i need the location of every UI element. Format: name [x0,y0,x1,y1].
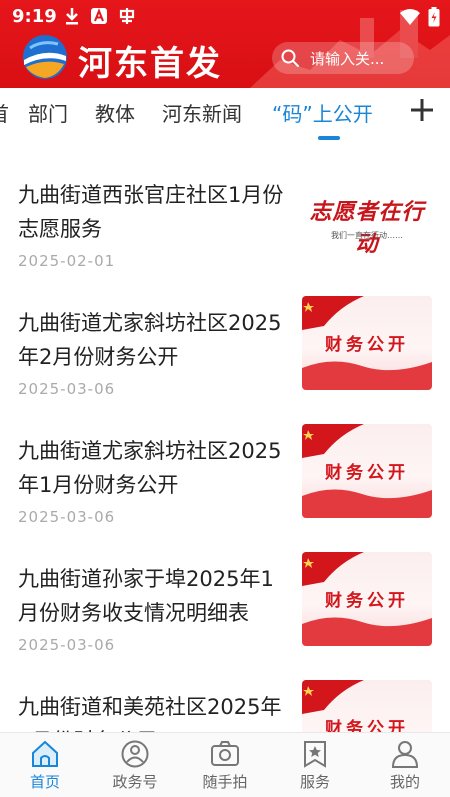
news-item[interactable]: 九曲街道西张官庄社区1月份志愿服务 2025-02-01 志愿者在行动 我们一直… [0,164,450,292]
news-thumbnail: 财务公开 [302,424,432,518]
service-icon [304,741,326,768]
nav-label: 我的 [389,773,420,791]
bottom-nav: 首页 政务号 随手拍 服务 我的 [0,732,450,797]
news-date: 2025-03-06 [18,508,116,526]
news-thumbnail: 财务公开 [302,680,432,732]
news-date: 2025-03-06 [18,380,116,398]
news-title: 九曲街道尤家斜坊社区2025年1月份财务公开 [18,439,282,497]
logo-icon [23,35,67,79]
search-box[interactable]: 请输入关... [272,42,414,74]
status-notifications [64,7,136,25]
app-store-icon [91,8,107,24]
nav-snapshot[interactable]: 随手拍 [180,733,270,797]
thumb-finance-text: 财务公开 [325,463,409,483]
news-item[interactable]: 九曲街道和美苑社区2025年1月份财务公示 财务公开 [0,676,450,732]
news-item[interactable]: 九曲街道尤家斜坊社区2025年2月份财务公开 2025-03-06 财务公开 [0,292,450,420]
news-title: 九曲街道尤家斜坊社区2025年2月份财务公开 [18,311,282,369]
tab-partial-first[interactable]: 首 [0,98,9,127]
search-icon [281,49,299,67]
status-system [400,7,440,27]
profile-icon [391,741,419,768]
nav-label: 政务号 [112,773,158,791]
news-list: 九曲街道西张官庄社区1月份志愿服务 2025-02-01 志愿者在行动 我们一直… [0,150,450,732]
news-item[interactable]: 九曲街道尤家斜坊社区2025年1月份财务公开 2025-03-06 财务公开 [0,420,450,548]
app-screen: 9:19 河东首发 请输入关... 部门 教体 河东新闻 “码”上公开 九曲街道… [0,0,450,797]
thumb-finance-text: 财务公开 [325,591,409,611]
download-icon [66,8,78,25]
status-bar: 9:19 [0,0,450,34]
status-time: 9:19 [12,6,57,27]
nav-home[interactable]: 首页 [0,733,90,797]
news-title: 九曲街道西张官庄社区1月份志愿服务 [18,183,284,241]
title-bar: 河东首发 请输入关... [0,34,450,84]
add-channel-icon[interactable] [406,94,438,126]
tab-jiaoti[interactable]: 教体 [95,98,135,127]
camera-icon [211,741,239,766]
thumb-finance-text: 财务公开 [325,719,409,732]
news-date: 2025-02-01 [18,252,116,270]
tab-hedong-news[interactable]: 河东新闻 [162,98,242,127]
nav-label: 服务 [299,773,330,791]
wifi-icon [400,9,420,25]
nav-label: 随手拍 [202,773,248,791]
nav-label: 首页 [29,773,60,791]
news-thumbnail: 财务公开 [302,552,432,646]
app-title: 河东首发 [78,44,222,84]
app-notification-icon [119,8,135,24]
app-header: 9:19 河东首发 请输入关... [0,0,450,88]
news-item[interactable]: 九曲街道孙家于埠2025年1月份财务收支情况明细表 2025-03-06 财务公… [0,548,450,676]
thumb-finance-text: 财务公开 [325,335,409,355]
battery-icon [428,7,440,27]
nav-profile[interactable]: 我的 [360,733,450,797]
home-icon [32,740,58,767]
thumb-volunteer-caption: 我们一直在行动…… [331,231,403,240]
news-title: 九曲街道和美苑社区2025年1月份财务公示 [18,695,282,732]
thumb-volunteer-text: 志愿者在行动 [309,199,425,257]
news-thumbnail: 志愿者在行动 我们一直在行动…… [302,168,432,262]
government-icon [121,740,149,768]
active-tab-indicator [318,136,340,140]
news-thumbnail: 财务公开 [302,296,432,390]
nav-government[interactable]: 政务号 [90,733,180,797]
news-title: 九曲街道孙家于埠2025年1月份财务收支情况明细表 [18,567,274,625]
channel-tabs: 首 部门 教体 河东新闻 “码”上公开 [0,88,450,144]
news-date: 2025-03-06 [18,636,116,654]
search-placeholder: 请输入关... [310,50,385,68]
nav-service[interactable]: 服务 [270,733,360,797]
tab-bumen[interactable]: 部门 [28,98,68,127]
tab-code-disclosure[interactable]: “码”上公开 [272,98,373,127]
